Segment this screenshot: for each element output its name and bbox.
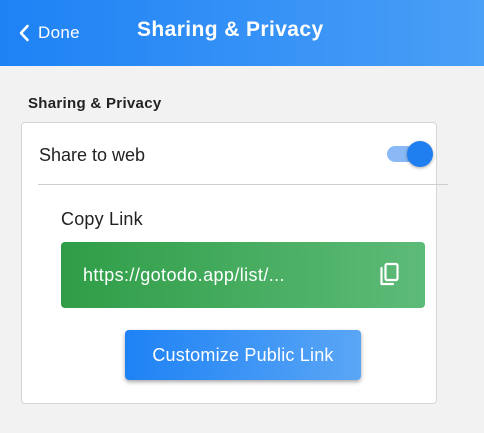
- page-title: Sharing & Privacy: [137, 18, 324, 41]
- share-to-web-toggle[interactable]: [387, 141, 435, 167]
- done-label: Done: [38, 23, 80, 42]
- divider: [38, 184, 448, 185]
- nav-header: Done Sharing & Privacy: [0, 0, 484, 66]
- section-heading: Sharing & Privacy: [28, 95, 162, 112]
- customize-public-link-button[interactable]: Customize Public Link: [125, 330, 361, 380]
- public-link-url: https://gotodo.app/list/...: [83, 265, 285, 285]
- sharing-card: Share to web Copy Link https://gotodo.ap…: [21, 122, 448, 404]
- copy-icon[interactable]: [377, 262, 401, 288]
- public-link-box[interactable]: https://gotodo.app/list/...: [61, 242, 425, 308]
- done-button[interactable]: Done: [18, 20, 80, 46]
- chevron-left-icon: [19, 24, 29, 42]
- copy-link-label: Copy Link: [61, 209, 143, 229]
- toggle-knob: [407, 141, 433, 167]
- share-to-web-label: Share to web: [39, 145, 146, 165]
